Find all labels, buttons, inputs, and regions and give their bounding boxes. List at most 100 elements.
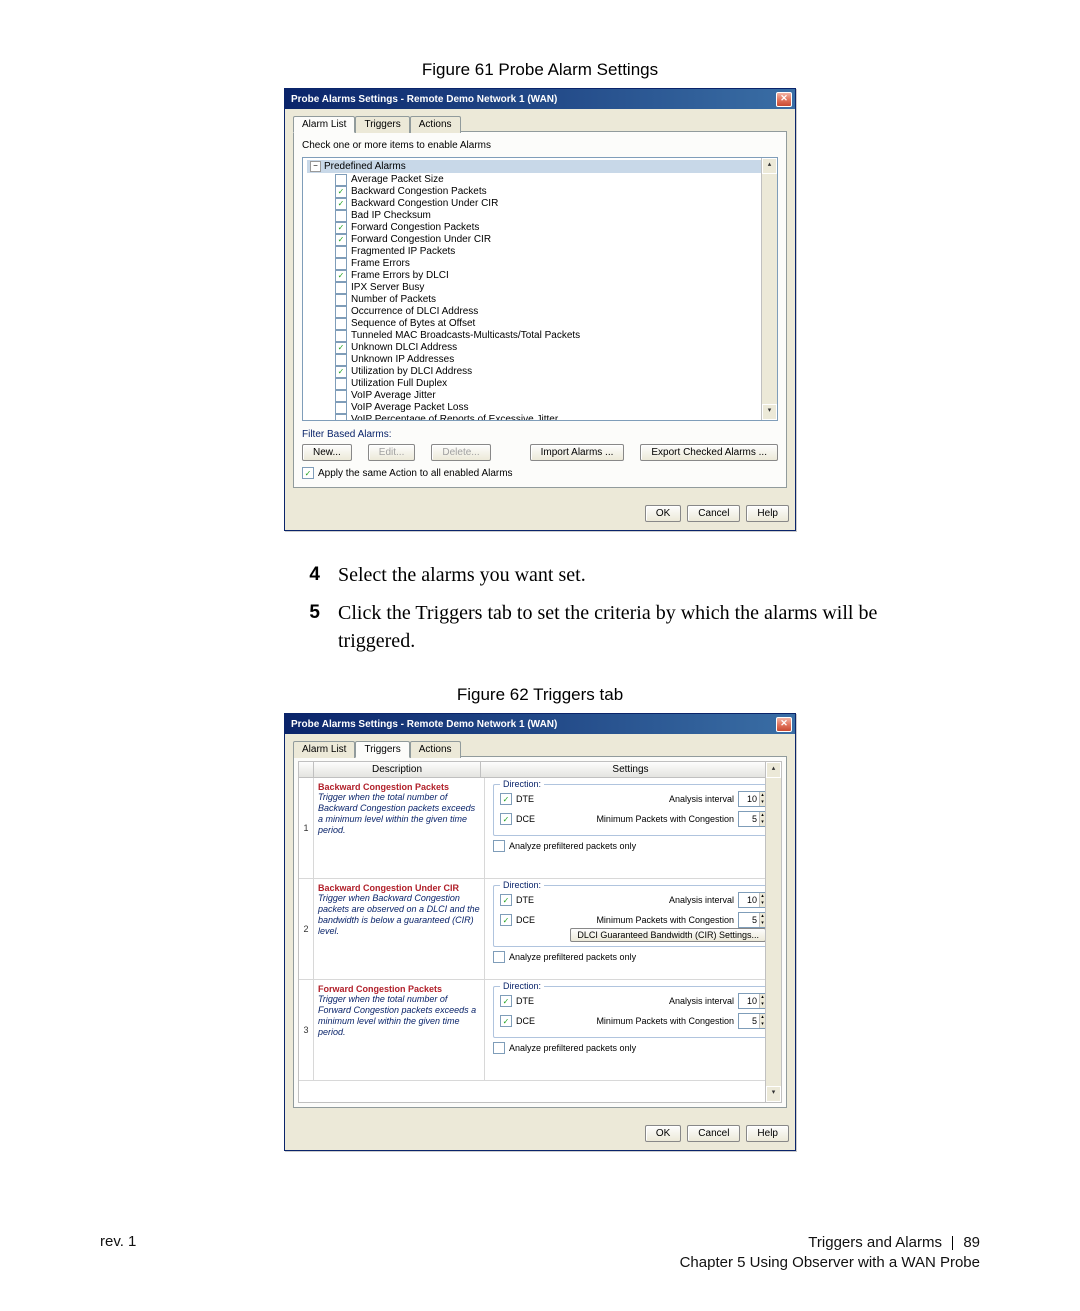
- help-button[interactable]: Help: [746, 505, 789, 522]
- min-packets-label: Minimum Packets with Congestion: [596, 915, 734, 925]
- alarm-item[interactable]: Forward Congestion Under CIR: [307, 234, 773, 246]
- help-button[interactable]: Help: [746, 1125, 789, 1142]
- alarm-item[interactable]: Backward Congestion Under CIR: [307, 198, 773, 210]
- alarm-item[interactable]: VoIP Average Packet Loss: [307, 402, 773, 414]
- alarm-checkbox[interactable]: [335, 402, 347, 414]
- alarm-item[interactable]: Bad IP Checksum: [307, 210, 773, 222]
- alarm-checkbox[interactable]: [335, 342, 347, 354]
- alarm-item[interactable]: VoIP Average Jitter: [307, 390, 773, 402]
- alarm-item[interactable]: Backward Congestion Packets: [307, 186, 773, 198]
- alarm-checkbox[interactable]: [335, 318, 347, 330]
- alarm-item[interactable]: Frame Errors: [307, 258, 773, 270]
- dialog-titlebar[interactable]: Probe Alarms Settings - Remote Demo Netw…: [285, 714, 795, 734]
- alarm-checkbox[interactable]: [335, 378, 347, 390]
- scroll-up-icon[interactable]: ▴: [762, 158, 777, 174]
- analyze-prefiltered-checkbox[interactable]: [493, 1042, 505, 1054]
- min-packets-input[interactable]: ▴▾: [738, 1013, 766, 1029]
- close-icon[interactable]: ✕: [776, 92, 792, 107]
- analysis-interval-input[interactable]: ▴▾: [738, 892, 766, 908]
- tab-alarm-list[interactable]: Alarm List: [293, 116, 355, 133]
- export-alarms-button[interactable]: Export Checked Alarms ...: [640, 444, 778, 461]
- tab-actions[interactable]: Actions: [410, 116, 461, 133]
- tree-root[interactable]: − Predefined Alarms: [307, 160, 773, 173]
- import-alarms-button[interactable]: Import Alarms ...: [530, 444, 625, 461]
- close-icon[interactable]: ✕: [776, 717, 792, 732]
- alarm-checkbox[interactable]: [335, 294, 347, 306]
- tab-triggers[interactable]: Triggers: [355, 741, 409, 758]
- scroll-down-icon[interactable]: ▾: [766, 1086, 781, 1102]
- alarm-item[interactable]: Number of Packets: [307, 294, 773, 306]
- alarm-label: Average Packet Size: [351, 174, 444, 186]
- alarm-checkbox[interactable]: [335, 270, 347, 282]
- delete-button[interactable]: Delete...: [431, 444, 490, 461]
- scroll-up-icon[interactable]: ▴: [766, 762, 781, 778]
- alarm-item[interactable]: Frame Errors by DLCI: [307, 270, 773, 282]
- alarm-checkbox[interactable]: [335, 282, 347, 294]
- alarm-checkbox[interactable]: [335, 210, 347, 222]
- dce-checkbox[interactable]: [500, 813, 512, 825]
- alarm-checkbox[interactable]: [335, 306, 347, 318]
- alarm-item[interactable]: IPX Server Busy: [307, 282, 773, 294]
- cancel-button[interactable]: Cancel: [687, 505, 740, 522]
- alarm-checkbox[interactable]: [335, 222, 347, 234]
- analysis-interval-input[interactable]: ▴▾: [738, 791, 766, 807]
- alarm-checkbox[interactable]: [335, 246, 347, 258]
- alarm-item[interactable]: VoIP Percentage of Reports of Excessive …: [307, 414, 773, 421]
- alarm-item[interactable]: Utilization by DLCI Address: [307, 366, 773, 378]
- alarm-checkbox[interactable]: [335, 198, 347, 210]
- alarm-item[interactable]: Tunneled MAC Broadcasts-Multicasts/Total…: [307, 330, 773, 342]
- alarm-checkbox[interactable]: [335, 354, 347, 366]
- alarm-tree[interactable]: − Predefined Alarms Average Packet SizeB…: [302, 157, 778, 421]
- ok-button[interactable]: OK: [645, 505, 681, 522]
- alarm-label: Forward Congestion Under CIR: [351, 234, 491, 246]
- alarm-item[interactable]: Unknown IP Addresses: [307, 354, 773, 366]
- apply-same-action-checkbox[interactable]: [302, 467, 314, 479]
- dte-checkbox[interactable]: [500, 995, 512, 1007]
- alarm-checkbox[interactable]: [335, 234, 347, 246]
- alarm-checkbox[interactable]: [335, 330, 347, 342]
- ok-button[interactable]: OK: [645, 1125, 681, 1142]
- alarm-item[interactable]: Occurrence of DLCI Address: [307, 306, 773, 318]
- alarm-item[interactable]: Utilization Full Duplex: [307, 378, 773, 390]
- edit-button[interactable]: Edit...: [368, 444, 416, 461]
- dlci-settings-button[interactable]: DLCI Guaranteed Bandwidth (CIR) Settings…: [570, 928, 766, 942]
- alarm-label: Fragmented IP Packets: [351, 246, 455, 258]
- dte-checkbox[interactable]: [500, 894, 512, 906]
- alarm-checkbox[interactable]: [335, 258, 347, 270]
- tab-actions[interactable]: Actions: [410, 741, 461, 758]
- window-title: Probe Alarms Settings - Remote Demo Netw…: [291, 94, 557, 105]
- alarm-checkbox[interactable]: [335, 366, 347, 378]
- alarm-checkbox[interactable]: [335, 174, 347, 186]
- min-packets-input[interactable]: ▴▾: [738, 811, 766, 827]
- min-packets-label: Minimum Packets with Congestion: [596, 814, 734, 824]
- dce-label: DCE: [516, 1016, 535, 1026]
- dce-checkbox[interactable]: [500, 1015, 512, 1027]
- alarm-checkbox[interactable]: [335, 390, 347, 402]
- tab-alarm-list[interactable]: Alarm List: [293, 741, 355, 758]
- scrollbar[interactable]: ▴ ▾: [765, 762, 781, 1102]
- alarm-item[interactable]: Unknown DLCI Address: [307, 342, 773, 354]
- collapse-icon[interactable]: −: [310, 161, 321, 172]
- dialog-titlebar[interactable]: Probe Alarms Settings - Remote Demo Netw…: [285, 89, 795, 109]
- analysis-interval-input[interactable]: ▴▾: [738, 993, 766, 1009]
- alarm-item[interactable]: Sequence of Bytes at Offset: [307, 318, 773, 330]
- cancel-button[interactable]: Cancel: [687, 1125, 740, 1142]
- analyze-prefiltered-checkbox[interactable]: [493, 840, 505, 852]
- analyze-prefiltered-checkbox[interactable]: [493, 951, 505, 963]
- dce-checkbox[interactable]: [500, 914, 512, 926]
- alarm-item[interactable]: Fragmented IP Packets: [307, 246, 773, 258]
- panel-instruction: Check one or more items to enable Alarms: [302, 140, 778, 151]
- alarm-checkbox[interactable]: [335, 414, 347, 421]
- scrollbar[interactable]: ▴ ▾: [761, 158, 777, 420]
- tab-triggers[interactable]: Triggers: [355, 116, 409, 133]
- alarm-checkbox[interactable]: [335, 186, 347, 198]
- scroll-down-icon[interactable]: ▾: [762, 404, 777, 420]
- alarm-label: Utilization by DLCI Address: [351, 366, 472, 378]
- analysis-interval-label: Analysis interval: [669, 794, 734, 804]
- min-packets-input[interactable]: ▴▾: [738, 912, 766, 928]
- alarm-item[interactable]: Forward Congestion Packets: [307, 222, 773, 234]
- dte-checkbox[interactable]: [500, 793, 512, 805]
- alarm-label: IPX Server Busy: [351, 282, 424, 294]
- alarm-item[interactable]: Average Packet Size: [307, 174, 773, 186]
- new-button[interactable]: New...: [302, 444, 352, 461]
